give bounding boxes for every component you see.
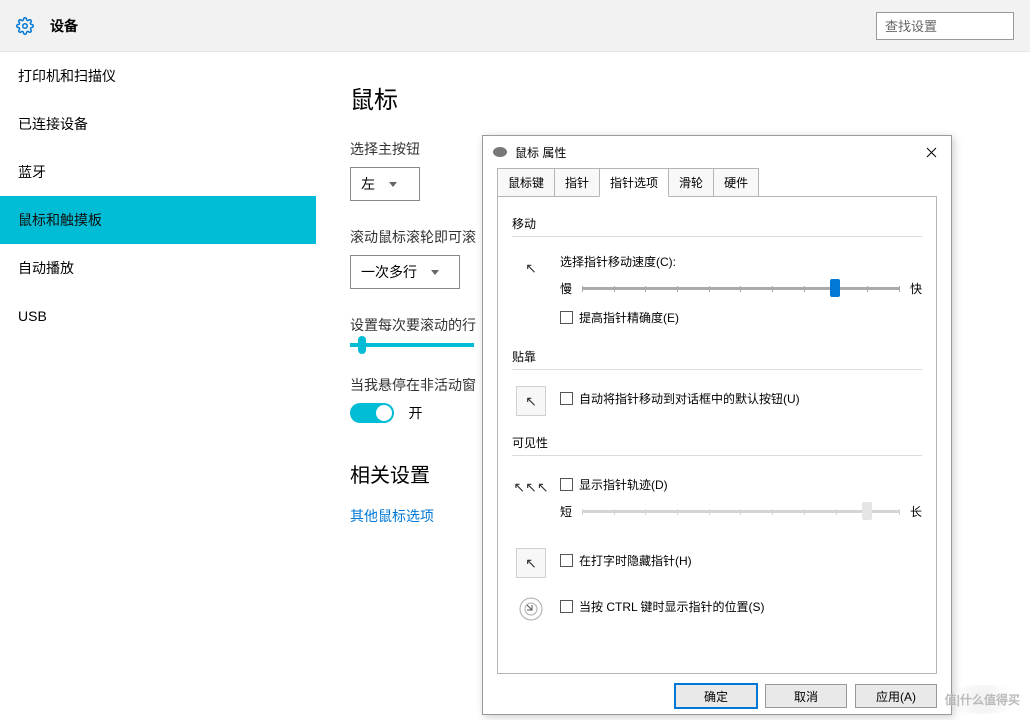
pointer-trails-icon: ↖↖↖ <box>516 472 546 502</box>
long-label: 长 <box>910 503 922 520</box>
apply-button[interactable]: 应用(A) <box>855 684 937 708</box>
tabs: 鼠标键 指针 指针选项 滑轮 硬件 <box>497 168 937 197</box>
mouse-properties-dialog: 鼠标 属性 鼠标键 指针 指针选项 滑轮 硬件 移动 ↖ 选择指针移动速度(C)… <box>482 135 952 715</box>
tab-panel: 移动 ↖ 选择指针移动速度(C): 慢 快 <box>497 196 937 674</box>
hide-typing-icon: ↖ <box>516 548 546 578</box>
pointer-speed-icon: ↖ <box>516 253 546 283</box>
hover-toggle[interactable] <box>350 403 394 423</box>
sidebar-item-printers[interactable]: 打印机和扫描仪 <box>0 52 316 100</box>
hide-typing-checkbox[interactable]: 在打字时隐藏指针(H) <box>560 552 922 569</box>
snap-to-icon: ↖ <box>516 386 546 416</box>
tab-hardware[interactable]: 硬件 <box>713 168 759 197</box>
fast-label: 快 <box>910 280 922 297</box>
sidebar-item-bluetooth[interactable]: 蓝牙 <box>0 148 316 196</box>
close-icon <box>926 147 937 158</box>
chevron-down-icon <box>431 270 439 275</box>
tab-pointers[interactable]: 指针 <box>554 168 600 197</box>
short-label: 短 <box>560 503 572 520</box>
group-snap-label: 贴靠 <box>512 348 922 365</box>
gear-icon <box>16 17 34 35</box>
dialog-buttons: 确定 取消 应用(A) <box>483 674 951 718</box>
pointer-speed-slider[interactable] <box>582 287 900 290</box>
enhance-precision-checkbox[interactable]: 提高指针精确度(E) <box>560 309 922 326</box>
search-input[interactable]: 查找设置 <box>876 12 1014 40</box>
show-trails-checkbox[interactable]: 显示指针轨迹(D) <box>560 476 922 493</box>
chevron-down-icon <box>389 182 397 187</box>
tab-buttons[interactable]: 鼠标键 <box>497 168 555 197</box>
watermark: 值|什么值得买 <box>941 685 1024 714</box>
ok-button[interactable]: 确定 <box>675 684 757 708</box>
sidebar: 打印机和扫描仪 已连接设备 蓝牙 鼠标和触摸板 自动播放 USB <box>0 52 316 720</box>
dialog-body: 鼠标键 指针 指针选项 滑轮 硬件 移动 ↖ 选择指针移动速度(C): 慢 <box>483 168 951 674</box>
cancel-button[interactable]: 取消 <box>765 684 847 708</box>
snap-default-checkbox[interactable]: 自动将指针移动到对话框中的默认按钮(U) <box>560 390 922 407</box>
sidebar-item-autoplay[interactable]: 自动播放 <box>0 244 316 292</box>
pointer-speed-label: 选择指针移动速度(C): <box>560 253 922 270</box>
ctrl-locate-checkbox[interactable]: 当按 CTRL 键时显示指针的位置(S) <box>560 598 922 615</box>
group-snap: ↖ 自动将指针移动到对话框中的默认按钮(U) <box>512 369 922 428</box>
primary-button-select[interactable]: 左 <box>350 167 420 201</box>
sidebar-item-mouse[interactable]: 鼠标和触摸板 <box>0 196 316 244</box>
group-visibility: ↖↖↖ 显示指针轨迹(D) 短 长 ↖ <box>512 455 922 636</box>
tab-pointer-options[interactable]: 指针选项 <box>599 168 669 197</box>
ctrl-locate-icon <box>516 594 546 624</box>
header-bar: 设备 查找设置 <box>0 0 1030 52</box>
close-button[interactable] <box>921 142 941 162</box>
sidebar-item-usb[interactable]: USB <box>0 292 316 340</box>
dialog-titlebar[interactable]: 鼠标 属性 <box>483 136 951 168</box>
lines-slider[interactable] <box>350 343 474 347</box>
group-motion-label: 移动 <box>512 215 922 232</box>
group-motion: ↖ 选择指针移动速度(C): 慢 快 提高指针精确度(E) <box>512 236 922 342</box>
slow-label: 慢 <box>560 280 572 297</box>
scroll-behavior-select[interactable]: 一次多行 <box>350 255 460 289</box>
mouse-icon <box>493 147 507 157</box>
hover-toggle-text: 开 <box>408 405 422 421</box>
trail-length-slider <box>582 510 900 513</box>
tab-wheel[interactable]: 滑轮 <box>668 168 714 197</box>
main-heading: 鼠标 <box>350 80 1030 115</box>
page-title: 设备 <box>50 16 78 36</box>
group-visibility-label: 可见性 <box>512 434 922 451</box>
sidebar-item-connected[interactable]: 已连接设备 <box>0 100 316 148</box>
dialog-title: 鼠标 属性 <box>515 144 921 161</box>
